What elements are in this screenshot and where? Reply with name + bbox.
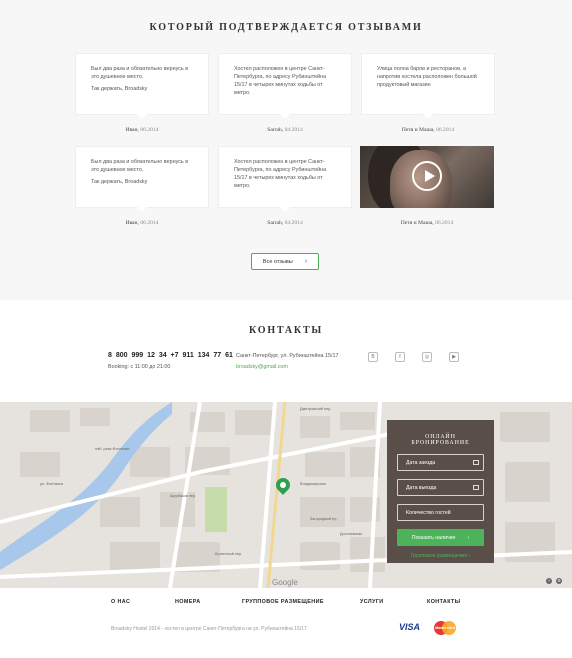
email-link[interactable]: broadsky@gmail.com xyxy=(236,364,288,370)
map-label: Владимирская xyxy=(300,482,326,486)
check-in-field[interactable]: Дата заезда xyxy=(397,454,484,471)
chevron-right-icon: › xyxy=(467,534,470,541)
author-name: Петя и Маша, xyxy=(401,127,435,133)
map-label: Достоевская xyxy=(340,532,363,536)
footer-nav-about[interactable]: О НАС xyxy=(111,599,130,605)
review-card: Хостел расположен в центре Санкт-Петербу… xyxy=(218,53,352,119)
all-reviews-label: Все отзывы xyxy=(262,258,293,265)
visa-logo: VISA xyxy=(399,622,421,632)
review-sign: Так держать, Broadsky xyxy=(91,179,148,185)
instagram-icon[interactable]: ◎ xyxy=(422,352,432,362)
review-author: Петя и Маша, 06.2014 xyxy=(360,220,494,226)
review-text: Был два раза и обязательно вернусь в это… xyxy=(91,66,189,80)
review-date: 04.2014 xyxy=(284,220,303,226)
show-availability-label: Показать наличие xyxy=(411,534,456,541)
footer-nav-rooms[interactable]: НОМЕРА xyxy=(175,599,201,605)
review-text: Улица полна баров и ресторанов, а напрот… xyxy=(377,66,477,88)
address: Санкт-Петербург, ул. Рубинштейна 15/17 xyxy=(236,353,339,359)
copyright: Broadsky Hostel 2014 - хостел в центре С… xyxy=(111,626,307,632)
video-review[interactable] xyxy=(360,146,494,208)
booking-hours: Booking: с 11:00 до 21:00 xyxy=(108,364,171,370)
review-date: 04.2014 xyxy=(284,127,303,133)
review-author: Sarrah, 04.2014 xyxy=(218,127,352,133)
facebook-icon[interactable]: f xyxy=(395,352,405,362)
reviews-title: Который подтверждается отзывами xyxy=(149,22,423,33)
google-logo: Google xyxy=(272,578,298,587)
review-date: 06.2014 xyxy=(436,127,455,133)
check-out-placeholder: Дата выезда xyxy=(406,484,437,491)
review-date: 06.2014 xyxy=(140,127,159,133)
map-label: Загородный пр. xyxy=(310,517,338,521)
author-name: Sarrah, xyxy=(267,127,284,133)
show-availability-button[interactable]: Показать наличие › xyxy=(397,529,484,546)
chevron-right-icon: › xyxy=(468,553,471,559)
review-sign: Так держать, Broadsky xyxy=(91,86,148,92)
calendar-icon xyxy=(473,485,479,490)
review-author: Иван, 06.2014 xyxy=(75,127,209,133)
review-card: Хостел расположен в центре Санкт-Петербу… xyxy=(218,146,352,212)
review-date: 06.2014 xyxy=(140,220,159,226)
group-booking-label: Групповое размещение xyxy=(410,553,468,559)
footer-nav-contacts[interactable]: КОНТАКТЫ xyxy=(427,599,460,605)
booking-title: Онлайн бронирование xyxy=(411,434,470,446)
review-card: Был два раза и обязательно вернусь в это… xyxy=(75,146,209,212)
map-settings-icon[interactable]: ⚙ xyxy=(556,578,562,584)
map-label: наб. реки Фонтанки xyxy=(95,447,130,451)
review-author: Sarrah, 04.2014 xyxy=(218,220,352,226)
phone-numbers: 8 800 999 12 34 +7 911 134 77 61 xyxy=(108,352,233,359)
author-name: Иван, xyxy=(125,127,139,133)
review-author: Иван, 06.2014 xyxy=(75,220,209,226)
guests-field[interactable]: Количество гостей xyxy=(397,504,484,521)
all-reviews-button[interactable]: Все отзывы › xyxy=(251,253,319,270)
review-author: Петя и Маша, 06.2014 xyxy=(361,127,495,133)
reviews-section: Который подтверждается отзывами Был два … xyxy=(0,0,572,300)
review-card: Улица полна баров и ресторанов, а напрот… xyxy=(361,53,495,119)
map-help-icon[interactable]: ? xyxy=(546,578,552,584)
chevron-right-icon: › xyxy=(304,258,308,265)
footer-nav-group[interactable]: ГРУППОВОЕ РАЗМЕЩЕНИЕ xyxy=(242,599,324,605)
author-name: Sarrah, xyxy=(267,220,284,226)
group-booking-link[interactable]: Групповое размещение › xyxy=(397,553,484,559)
booking-panel: Онлайн бронирование Дата заезда Дата вые… xyxy=(387,420,494,563)
youtube-icon[interactable]: ▶ xyxy=(449,352,459,362)
map-label: Щербаков пер. xyxy=(170,494,197,498)
calendar-icon xyxy=(473,460,479,465)
vk-icon[interactable]: В xyxy=(368,352,378,362)
author-name: Петя и Маша, xyxy=(400,220,434,226)
author-name: Иван, xyxy=(125,220,139,226)
check-in-placeholder: Дата заезда xyxy=(406,459,436,466)
map-label: Кузнечный пер. xyxy=(215,552,243,556)
guests-placeholder: Количество гостей xyxy=(406,509,451,516)
review-date: 06.2014 xyxy=(435,220,454,226)
mastercard-label: MasterCard xyxy=(435,626,455,630)
footer-nav-services[interactable]: УСЛУГИ xyxy=(360,599,384,605)
contacts-title: КОНТАКТЫ xyxy=(248,325,324,336)
map-label: ул. Фонтанка xyxy=(40,482,63,486)
check-out-field[interactable]: Дата выезда xyxy=(397,479,484,496)
review-text: Хостел расположен в центре Санкт-Петербу… xyxy=(234,66,327,96)
review-text: Был два раза и обязательно вернусь в это… xyxy=(91,159,189,173)
review-text: Хостел расположен в центре Санкт-Петербу… xyxy=(234,159,327,189)
review-card: Был два раза и обязательно вернусь в это… xyxy=(75,53,209,119)
play-icon[interactable] xyxy=(412,161,442,191)
map-label: Дмитровский пер. xyxy=(300,407,332,411)
mastercard-logo: MasterCard xyxy=(434,621,456,635)
